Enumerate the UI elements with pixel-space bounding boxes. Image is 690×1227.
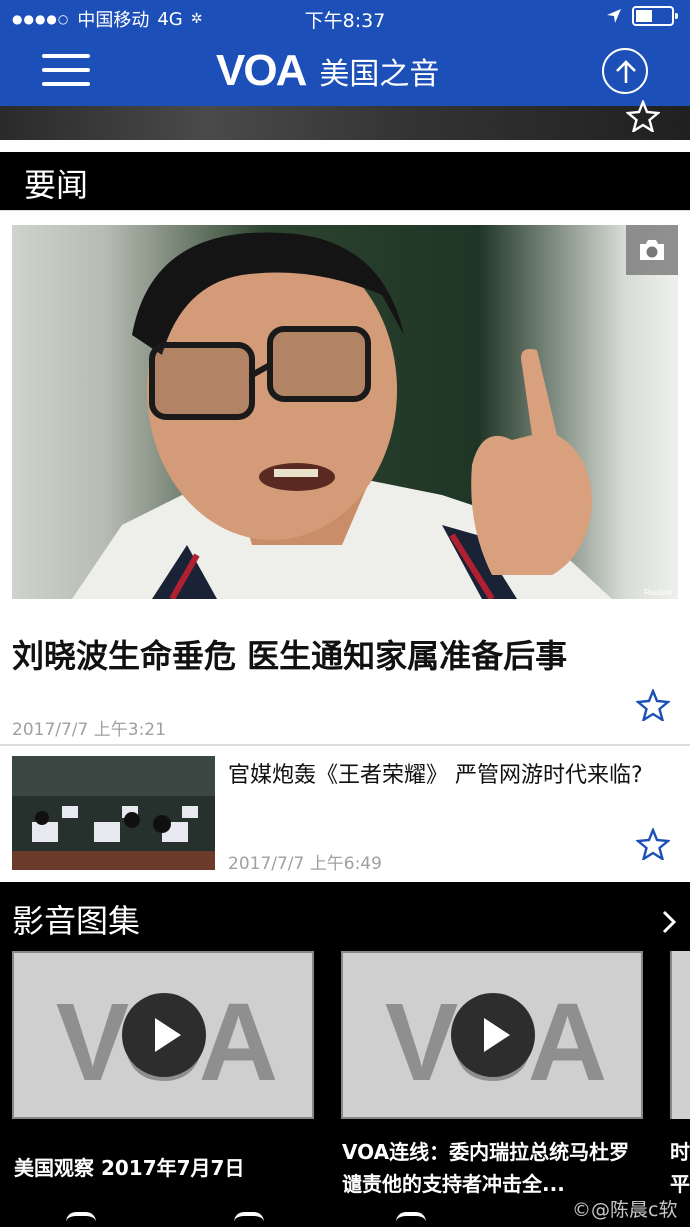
play-icon[interactable]: [122, 993, 206, 1077]
play-icon[interactable]: [451, 993, 535, 1077]
video-thumbnail[interactable]: VOA: [341, 951, 643, 1119]
share-icon[interactable]: [396, 1212, 426, 1227]
weibo-watermark: ©@陈晨c软: [572, 1199, 678, 1221]
internet-cafe-photo: [12, 756, 215, 870]
status-bar: ●●●●○ 中国移动 4G ✲ 下午8:37: [0, 0, 690, 36]
video-title[interactable]: 时 平: [670, 1136, 690, 1200]
favorite-icon[interactable]: [234, 1212, 264, 1227]
spacer: [0, 140, 690, 152]
voa-logo: VOA: [216, 46, 307, 95]
scroll-top-button[interactable]: [602, 48, 648, 94]
favorite-star-icon[interactable]: [626, 100, 660, 132]
top-story-image[interactable]: Reuters: [12, 225, 678, 599]
status-right: [606, 6, 678, 26]
previous-story-strip: [0, 100, 690, 140]
photo-gallery-badge: [626, 225, 678, 275]
video-thumbnail-partial[interactable]: [670, 951, 690, 1119]
battery-icon: [632, 6, 678, 26]
share-icon[interactable]: [66, 1212, 96, 1227]
video-title[interactable]: VOA连线：委内瑞拉总统马杜罗谴责他的支持者冲击全...: [342, 1136, 642, 1200]
brand-name: 美国之音: [319, 57, 440, 92]
photo-credit: Reuters: [643, 588, 672, 597]
second-story-thumbnail[interactable]: [12, 756, 215, 870]
nav-header: VOA 美国之音: [0, 36, 690, 106]
second-story-date: 2017/7/7 上午6:49: [228, 854, 382, 874]
location-arrow-icon: [607, 9, 621, 23]
person-photo: [72, 232, 612, 599]
favorite-star-icon[interactable]: [636, 828, 670, 860]
brand[interactable]: VOA 美国之音: [216, 46, 439, 96]
section-title: 要闻: [0, 152, 690, 210]
gallery-title[interactable]: 影音图集: [12, 896, 140, 942]
clock: 下午8:37: [304, 10, 386, 32]
video-thumbnail[interactable]: VOA: [12, 951, 314, 1119]
divider: [0, 744, 690, 746]
video-title[interactable]: 美国观察 2017年7月7日: [14, 1152, 314, 1184]
top-story-date: 2017/7/7 上午3:21: [12, 720, 166, 740]
app-header: ●●●●○ 中国移动 4G ✲ 下午8:37 VOA 美国之音: [0, 0, 690, 106]
hamburger-menu-icon[interactable]: [42, 50, 90, 90]
news-list: Reuters 刘晓波生命垂危 医生通知家属准备后事 2017/7/7 上午3:…: [0, 210, 690, 882]
chevron-right-icon[interactable]: [662, 910, 676, 934]
top-story-headline[interactable]: 刘晓波生命垂危 医生通知家属准备后事: [12, 631, 672, 677]
second-story-title[interactable]: 官媒炮轰《王者荣耀》 严管网游时代来临?: [228, 759, 658, 793]
arrow-up-icon: [616, 60, 636, 83]
favorite-star-icon[interactable]: [636, 689, 670, 721]
camera-icon: [640, 240, 664, 260]
